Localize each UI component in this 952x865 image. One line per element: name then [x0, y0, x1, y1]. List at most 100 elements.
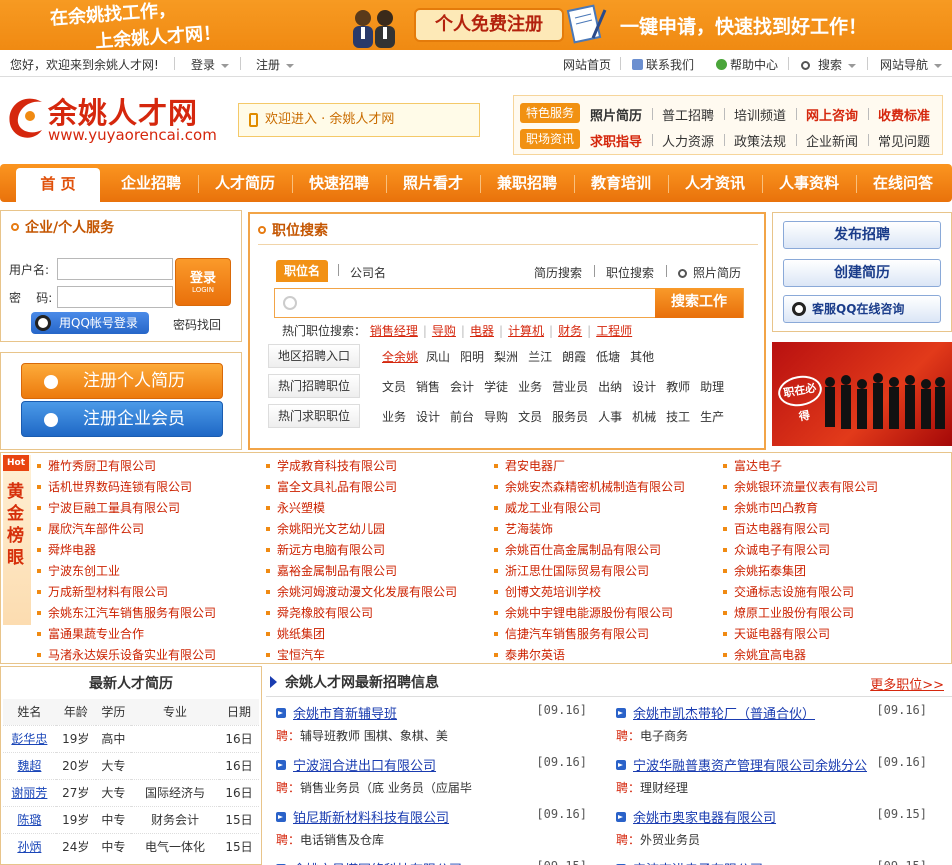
welcome-entry-box[interactable]: 欢迎进入 · 余姚人才网 — [238, 103, 480, 137]
company-link[interactable]: 创博文苑培训学校 — [494, 582, 685, 603]
post-job-button[interactable]: 发布招聘 — [783, 221, 941, 249]
tab-job-name[interactable]: 职位名 — [276, 260, 328, 282]
service-job-guide[interactable]: 求职指导 — [590, 131, 642, 150]
hot-jobseek-link[interactable]: 导购 — [484, 410, 508, 424]
company-link[interactable]: 宁波东创工业 — [37, 561, 216, 582]
job-company-link[interactable]: 余姚市贝塔网络科技有限公司 — [293, 859, 462, 865]
hot-jobseek-link[interactable]: 前台 — [450, 410, 474, 424]
hot-recruit-link[interactable]: 业务 — [518, 380, 542, 394]
company-link[interactable]: 话机世界数码连锁有限公司 — [37, 477, 216, 498]
service-general-recruit[interactable]: 普工招聘 — [662, 105, 714, 124]
hot-recruit-link[interactable]: 学徒 — [484, 380, 508, 394]
ad-banner[interactable]: 职在必得 — [772, 342, 952, 446]
register-resume-button[interactable]: 注册个人简历 — [21, 363, 223, 399]
nav-photo-talent[interactable]: 照片看才 — [386, 164, 480, 202]
photo-resume-link[interactable]: 照片简历 — [678, 264, 741, 281]
nav-qa[interactable]: 在线问答 — [856, 164, 950, 202]
company-link[interactable]: 艺海装饰 — [494, 519, 685, 540]
hot-jobseek-link[interactable]: 生产 — [700, 410, 724, 424]
hot-term[interactable]: 导购 — [432, 324, 456, 338]
search-jobs-button[interactable]: 搜索工作 — [655, 288, 743, 318]
job-positions[interactable]: 聘：电话销售及仓库 — [276, 831, 384, 848]
company-link[interactable]: 众诚电子有限公司 — [723, 540, 878, 561]
hot-term[interactable]: 工程师 — [596, 324, 632, 338]
job-search-link[interactable]: 职位搜索 — [606, 264, 654, 281]
table-row[interactable]: 陈璐 19岁 中专 财务会计 15日 — [3, 805, 259, 833]
job-company-link[interactable]: 宁波润合进出口有限公司 — [293, 755, 436, 774]
hot-jobseek-link[interactable]: 服务员 — [552, 410, 588, 424]
table-row[interactable]: 谢丽芳 27岁 大专 国际经济与 16日 — [3, 778, 259, 806]
job-positions[interactable]: 聘：理财经理 — [616, 779, 688, 796]
region-link[interactable]: 梨洲 — [494, 350, 518, 364]
company-link[interactable]: 百达电器有限公司 — [723, 519, 878, 540]
resume-name-link[interactable]: 陈璐 — [3, 805, 56, 833]
nav-talent-news[interactable]: 人才资讯 — [668, 164, 762, 202]
company-link[interactable]: 宁波巨融工量具有限公司 — [37, 498, 216, 519]
nav-home[interactable]: 首 页 — [16, 168, 100, 202]
hot-term[interactable]: 计算机 — [508, 324, 544, 338]
service-photo-resume[interactable]: 照片简历 — [590, 105, 642, 124]
job-positions[interactable]: 聘：辅导班教师 围棋、象棋、美 — [276, 727, 448, 744]
hot-term[interactable]: 财务 — [558, 324, 582, 338]
job-company-link[interactable]: 铂尼斯新材料科技有限公司 — [293, 807, 449, 826]
hot-jobseek-link[interactable]: 设计 — [416, 410, 440, 424]
resume-name-link[interactable]: 彭华忠 — [3, 724, 56, 752]
register-link[interactable]: 注册 — [256, 56, 295, 73]
hot-jobseek-link[interactable]: 文员 — [518, 410, 542, 424]
company-link[interactable]: 余姚东江汽车销售服务有限公司 — [37, 603, 216, 624]
hot-term[interactable]: 销售经理 — [370, 324, 418, 338]
hot-recruit-link[interactable]: 助理 — [700, 380, 724, 394]
nav-parttime[interactable]: 兼职招聘 — [480, 164, 574, 202]
hot-jobseek-link[interactable]: 技工 — [666, 410, 690, 424]
job-company-link[interactable]: 余姚市凯杰带轮厂（普通合伙） — [633, 703, 815, 722]
company-link[interactable]: 余姚中宇锂电能源股份有限公司 — [494, 603, 685, 624]
company-link[interactable]: 余姚市凹凸教育 — [723, 498, 878, 519]
job-company-link[interactable]: 余姚市育新辅导班 — [293, 703, 397, 722]
region-link[interactable]: 其他 — [630, 350, 654, 364]
company-link[interactable]: 雅竹秀厨卫有限公司 — [37, 456, 216, 477]
table-row[interactable]: 孙炳 24岁 中专 电气一体化 15日 — [3, 832, 259, 860]
nav-resumes[interactable]: 人才简历 — [198, 164, 292, 202]
company-link[interactable]: 天诞电器有限公司 — [723, 624, 878, 645]
qq-login-button[interactable]: 用QQ帐号登录 — [31, 312, 149, 334]
register-company-button[interactable]: 注册企业会员 — [21, 401, 223, 437]
company-link[interactable]: 交通标志设施有限公司 — [723, 582, 878, 603]
table-row[interactable]: 彭华忠 19岁 高中 16日 — [3, 724, 259, 752]
company-link[interactable]: 舜尧橡胶有限公司 — [266, 603, 457, 624]
free-register-button[interactable]: 个人免费注册 — [414, 8, 564, 42]
company-link[interactable]: 余姚宜高电器 — [723, 645, 878, 666]
hot-jobseek-link[interactable]: 人事 — [598, 410, 622, 424]
company-link[interactable]: 余姚河姆渡动漫文化发展有限公司 — [266, 582, 457, 603]
forgot-password-link[interactable]: 密码找回 — [173, 316, 221, 333]
contact-link[interactable]: 联系我们 — [632, 56, 694, 73]
company-link[interactable]: 威龙工业有限公司 — [494, 498, 685, 519]
company-link[interactable]: 余姚安杰森精密机械制造有限公司 — [494, 477, 685, 498]
company-link[interactable]: 信捷汽车销售服务有限公司 — [494, 624, 685, 645]
table-row[interactable]: 魏超 20岁 大专 16日 — [3, 751, 259, 779]
company-link[interactable]: 宝恒汽车 — [266, 645, 457, 666]
username-input[interactable] — [57, 258, 173, 280]
company-link[interactable]: 余姚百仕高金属制品有限公司 — [494, 540, 685, 561]
login-link[interactable]: 登录 — [191, 56, 230, 73]
hot-recruit-link[interactable]: 销售 — [416, 380, 440, 394]
resume-search-link[interactable]: 简历搜索 — [534, 264, 582, 281]
company-link[interactable]: 余姚银环流量仪表有限公司 — [723, 477, 878, 498]
company-link[interactable]: 燎原工业股份有限公司 — [723, 603, 878, 624]
search-link[interactable]: 搜索 — [801, 56, 857, 73]
more-jobs-link[interactable]: 更多职位>> — [870, 674, 944, 693]
company-link[interactable]: 浙江思仕国际贸易有限公司 — [494, 561, 685, 582]
resume-name-link[interactable]: 魏超 — [3, 751, 56, 779]
company-link[interactable]: 舜烨电器 — [37, 540, 216, 561]
region-link[interactable]: 朗霞 — [562, 350, 586, 364]
company-link[interactable]: 嘉裕金属制品有限公司 — [266, 561, 457, 582]
service-hr[interactable]: 人力资源 — [662, 131, 714, 150]
service-policy[interactable]: 政策法规 — [734, 131, 786, 150]
region-link[interactable]: 凤山 — [426, 350, 450, 364]
region-link[interactable]: 兰江 — [528, 350, 552, 364]
company-link[interactable]: 君安电器厂 — [494, 456, 685, 477]
company-link[interactable]: 富全文具礼品有限公司 — [266, 477, 457, 498]
job-company-link[interactable]: 余姚市奥家电器有限公司 — [633, 807, 776, 826]
company-link[interactable]: 学成教育科技有限公司 — [266, 456, 457, 477]
service-online-consult[interactable]: 网上咨询 — [806, 105, 858, 124]
password-input[interactable] — [57, 286, 173, 308]
